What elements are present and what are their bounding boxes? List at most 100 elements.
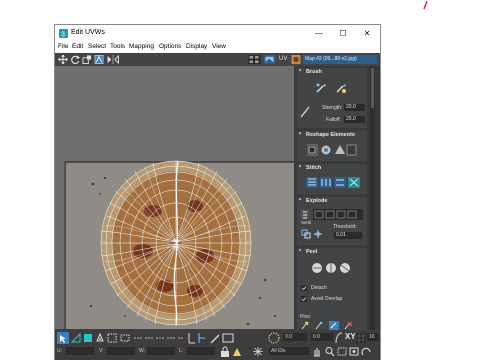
title-bar: 3 Edit UVWs — ☐ ✕: [55, 25, 380, 42]
stitch-buttons-icons[interactable]: [306, 177, 362, 188]
show-map-icon[interactable]: [263, 55, 276, 64]
brush-line-icon[interactable]: [300, 106, 310, 118]
reshape-elements-rollout: * Reshape Elements: [297, 131, 367, 161]
material-ids-dropdown[interactable]: All IDs: [269, 347, 309, 355]
l-label: L:: [179, 348, 184, 354]
grow-shrink-icons[interactable]: [133, 333, 185, 343]
reshape-title: Reshape Elements: [306, 132, 355, 138]
stitch-title: Stitch: [306, 165, 322, 171]
edge-mode-icon[interactable]: [83, 333, 93, 343]
weld-label: Weld: [301, 220, 312, 225]
v-label: V:: [99, 348, 104, 354]
peel-rollout: * Peel Detach Avoid Overlap Pins:: [297, 248, 367, 330]
u-field[interactable]: [66, 347, 94, 355]
explode-rollout: * Explode Weld Threshold: 0.01: [297, 197, 367, 245]
pan-hand-icon[interactable]: [313, 346, 321, 357]
peel-rollout-header[interactable]: * Peel: [297, 248, 367, 257]
menu-bar: File Edit Select Tools Mapping Options D…: [55, 42, 380, 53]
w-field[interactable]: [147, 347, 175, 355]
falloff-label: Falloff:: [326, 117, 341, 123]
u-label: U:: [57, 348, 62, 354]
zoom-field[interactable]: 16: [367, 333, 379, 341]
undo-arc-icon[interactable]: [361, 346, 373, 357]
avoid-overlap-checkbox[interactable]: [301, 296, 307, 302]
falloff-curve-icon[interactable]: [335, 332, 343, 344]
panel-scrollbar-thumb[interactable]: [371, 68, 374, 108]
avoid-overlap-label: Avoid Overlap: [311, 296, 343, 302]
align-icons[interactable]: [187, 332, 207, 344]
select-mode-icon[interactable]: [57, 332, 69, 344]
explode-tools-icons[interactable]: [301, 209, 365, 220]
lock-icon[interactable]: [220, 346, 230, 357]
weld-selected-icon[interactable]: [313, 229, 323, 239]
menu-select[interactable]: Select: [88, 43, 106, 50]
uv-label[interactable]: UV: [279, 56, 287, 65]
xy-toggle[interactable]: XY: [345, 332, 356, 341]
soft-select-spinner-1[interactable]: 0.0: [283, 333, 307, 341]
app-icon: 3: [59, 29, 68, 38]
minimize-button[interactable]: —: [307, 27, 331, 40]
pins-label: Pins:: [300, 314, 312, 320]
mirror-icon[interactable]: [106, 55, 120, 64]
filter-selected-icon[interactable]: [232, 346, 242, 357]
selection-tools-icons[interactable]: [107, 333, 131, 343]
vertex-mode-icon[interactable]: [71, 333, 81, 343]
threshold-label: Threshold:: [333, 224, 357, 230]
paint-select-icons[interactable]: [209, 332, 235, 344]
checker-grid-icon[interactable]: [248, 55, 261, 64]
texture-thumb-icon[interactable]: [291, 55, 301, 64]
window-title: Edit UVWs: [71, 29, 105, 36]
map-dropdown[interactable]: Map #2 (09...88-v2.jpg): [303, 55, 377, 64]
explode-rollout-header[interactable]: * Explode: [297, 197, 367, 206]
detach-checkbox[interactable]: [301, 285, 307, 291]
maximize-button[interactable]: ☐: [331, 27, 355, 40]
stitch-rollout-header[interactable]: * Stitch: [297, 164, 367, 173]
menu-mapping[interactable]: Mapping: [129, 43, 154, 50]
v-field[interactable]: [107, 347, 135, 355]
stitch-rollout: * Stitch: [297, 164, 367, 194]
peel-mode-icons[interactable]: [311, 262, 353, 274]
uv-canvas[interactable]: [55, 66, 294, 329]
scale-icon[interactable]: [82, 55, 92, 64]
soft-select-spinner-2[interactable]: 0.0: [311, 333, 333, 341]
menu-file[interactable]: File: [58, 43, 68, 50]
l-field[interactable]: [187, 347, 215, 355]
menu-edit[interactable]: Edit: [72, 43, 83, 50]
uv-viewport[interactable]: [55, 66, 294, 329]
threshold-spinner[interactable]: 0.01: [334, 232, 362, 239]
w-label: W:: [139, 348, 146, 354]
peel-title: Peel: [306, 249, 318, 255]
bottom-toolbar: 0.0 0.0 XY 16 U: V: W: L: All IDs: [55, 330, 380, 360]
panel-scrollbar[interactable]: [370, 66, 375, 330]
reshape-tools-icons[interactable]: [307, 144, 357, 156]
strength-spinner[interactable]: 20.0: [344, 104, 365, 111]
zoom-region-icon[interactable]: [337, 346, 347, 357]
freeform-icon[interactable]: [94, 55, 104, 64]
strength-label: Strength:: [322, 105, 343, 111]
zoom-icon[interactable]: [325, 346, 335, 357]
snap-icon[interactable]: [252, 346, 264, 357]
menu-options[interactable]: Options: [159, 43, 181, 50]
weld-icon[interactable]: [301, 229, 311, 239]
soft-select-icon[interactable]: [268, 332, 280, 344]
pins-tools-icons[interactable]: [301, 321, 363, 330]
brush-relax-icon[interactable]: [335, 82, 347, 94]
brush-paint-icon[interactable]: [315, 82, 327, 94]
face-mode-icon[interactable]: [95, 333, 105, 343]
menu-view[interactable]: View: [212, 43, 226, 50]
move-icon[interactable]: [58, 55, 68, 64]
detach-label: Detach: [311, 285, 327, 291]
red-stroke-mark: [423, 0, 428, 10]
svg-text:3: 3: [61, 32, 65, 39]
zoom-extents-icon[interactable]: [349, 346, 359, 357]
brush-title: Brush: [306, 69, 322, 75]
brush-rollout-header[interactable]: * Brush: [297, 68, 367, 77]
grid-icon[interactable]: [356, 332, 366, 344]
rotate-icon[interactable]: [71, 55, 80, 64]
reshape-rollout-header[interactable]: * Reshape Elements: [297, 131, 367, 140]
close-button[interactable]: ✕: [355, 27, 379, 40]
menu-display[interactable]: Display: [186, 43, 207, 50]
menu-tools[interactable]: Tools: [110, 43, 125, 50]
falloff-spinner[interactable]: 20.0: [344, 116, 365, 123]
right-command-panel: * Brush Strength: 20.0 Falloff: 20.0 * R…: [294, 66, 380, 330]
